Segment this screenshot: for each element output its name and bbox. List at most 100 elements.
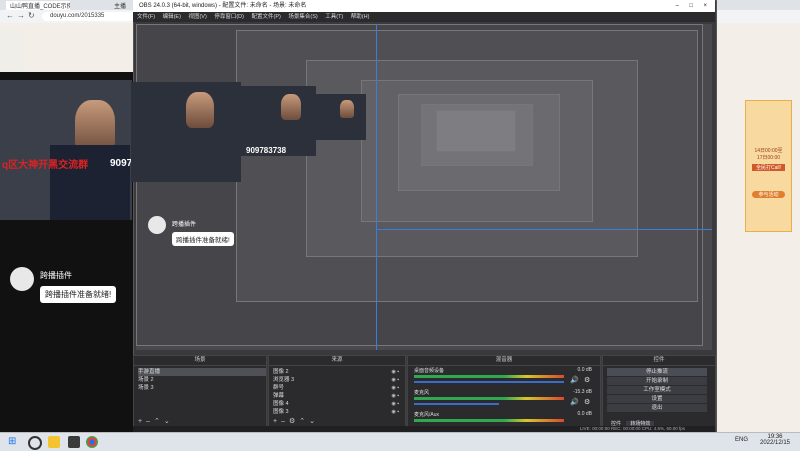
eye-icon[interactable]: ◉ ▪ xyxy=(391,368,399,376)
stop-streaming-button[interactable]: 停止推流 xyxy=(607,368,707,376)
scenes-dock-title: 场景 xyxy=(134,356,266,366)
audio-meter xyxy=(414,419,564,422)
plugin-avatar xyxy=(10,267,34,291)
volume-slider[interactable] xyxy=(414,403,499,405)
obs-title-text: OBS 24.0.3 (64-bit, windows) - 配置文件: 未命名… xyxy=(139,3,307,9)
settings-button[interactable]: 设置 xyxy=(607,395,707,403)
eye-icon[interactable]: ◉ ▪ xyxy=(391,392,399,400)
maximize-icon[interactable]: □ xyxy=(689,0,693,12)
promo-banner[interactable]: 14日00:00至 17日00:00 全民打Call! 参与活动 xyxy=(745,100,792,232)
file-explorer-icon[interactable] xyxy=(48,436,60,448)
streamer-face xyxy=(340,100,354,118)
obs-titlebar: OBS 24.0.3 (64-bit, windows) - 配置文件: 未命名… xyxy=(133,0,715,12)
mixer-channel-db: 0.0 dB xyxy=(577,367,592,373)
clock-date: 2022/12/15 xyxy=(759,440,791,446)
menu-view[interactable]: 视图(V) xyxy=(188,14,206,20)
back-icon[interactable]: ← xyxy=(6,11,14,20)
nested-preview-7 xyxy=(436,110,516,152)
menu-help[interactable]: 帮助(H) xyxy=(351,14,370,20)
eye-icon[interactable]: ◉ ▪ xyxy=(391,408,399,416)
speaker-icon[interactable]: 🔊 xyxy=(570,398,579,406)
mixer-channel-db: 0.0 dB xyxy=(577,411,592,417)
source-item[interactable]: 图像 3 xyxy=(273,408,405,416)
preview-webcam-1 xyxy=(131,82,241,182)
gear-icon[interactable]: ⚙ xyxy=(584,376,590,384)
audio-meter xyxy=(414,397,564,400)
preview-qq-number: 909783738 xyxy=(246,146,287,155)
chrome-taskbar-icon[interactable] xyxy=(86,436,98,448)
menu-edit[interactable]: 编辑(E) xyxy=(163,14,181,20)
add-scene-icon[interactable]: + xyxy=(138,418,146,425)
preview-plugin-bubble: 跨播插件准备就绪! xyxy=(172,232,234,246)
reload-icon[interactable]: ↻ xyxy=(28,11,35,20)
remove-scene-icon[interactable]: – xyxy=(146,418,154,425)
preview-plugin-name: 跨播插件 xyxy=(172,222,197,228)
obs-taskbar-icon[interactable] xyxy=(68,436,80,448)
obs-preview[interactable]: 909783738 跨播插件 跨播插件准备就绪! xyxy=(131,24,712,350)
remove-source-icon[interactable]: – xyxy=(281,418,289,425)
exit-button[interactable]: 退出 xyxy=(607,404,707,412)
qq-group-text: q区大神开黑交流群 xyxy=(2,160,89,171)
streamer-face xyxy=(186,92,214,128)
menu-profile[interactable]: 配置文件(P) xyxy=(251,14,280,20)
obs-menubar: 文件(F) 编辑(E) 视图(V) 停靠窗口(D) 配置文件(P) 场景集合(S… xyxy=(133,12,715,22)
webcam-feed xyxy=(0,80,132,220)
menu-scene-collection[interactable]: 场景集合(S) xyxy=(288,14,317,20)
volume-slider[interactable] xyxy=(414,381,564,383)
mixer-channel-db: -15.3 dB xyxy=(573,389,592,395)
search-icon[interactable] xyxy=(28,436,42,450)
source-item[interactable]: 图像 4 xyxy=(273,400,405,408)
promo-line2: 17日00:00 xyxy=(756,155,781,161)
mixer-channel-name: 麦克风 xyxy=(414,390,430,396)
source-item[interactable]: 浏览器 3 xyxy=(273,376,405,384)
windows-taskbar: ⊞ ENG 19:36 2022/12/15 xyxy=(0,432,800,451)
move-down-icon[interactable]: ⌄ xyxy=(164,418,174,425)
minimize-icon[interactable]: – xyxy=(676,0,679,12)
controls-dock: 控件 停止推流 开始录制 工作室模式 设置 退出 控件 转场特效 xyxy=(602,355,716,430)
source-item[interactable]: 图像 2 xyxy=(273,368,405,376)
scene-item[interactable]: 手游直播 xyxy=(138,368,266,376)
mixer-channel-name: 桌面音频设备 xyxy=(414,368,445,374)
browser-tab-active[interactable]: 山山鸭直播_CODE示例服务_6... xyxy=(6,1,70,10)
eye-icon[interactable]: ◉ ▪ xyxy=(391,384,399,392)
menu-tools[interactable]: 工具(T) xyxy=(325,14,343,20)
studio-mode-button[interactable]: 工作室模式 xyxy=(607,386,707,394)
mixer-dock: 混音器 桌面音频设备 0.0 dB 🔊 ⚙ 麦克风 -15.3 dB 🔊 ⚙ 麦… xyxy=(407,355,601,430)
mixer-channel-name: 麦克风/Aux xyxy=(414,412,440,418)
promo-line1: 14日00:00至 xyxy=(754,148,783,154)
source-item[interactable]: 群号 xyxy=(273,384,405,392)
scene-item[interactable]: 场景 3 xyxy=(138,384,266,392)
language-indicator[interactable]: ENG xyxy=(735,437,748,443)
scene-item[interactable]: 场景 2 xyxy=(138,376,266,384)
speaker-icon[interactable]: 🔊 xyxy=(570,376,579,384)
audio-meter xyxy=(414,375,564,378)
preview-plugin-avatar xyxy=(148,216,166,234)
promo-cta-button[interactable]: 参与活动 xyxy=(752,191,785,198)
close-icon[interactable]: × xyxy=(703,0,707,12)
gear-icon[interactable]: ⚙ xyxy=(289,418,299,425)
menu-file[interactable]: 文件(F) xyxy=(137,14,155,20)
gear-icon[interactable]: ⚙ xyxy=(584,398,590,406)
sources-dock: 来源 图像 2 浏览器 3 群号 弹幕 图像 4 图像 3 ◉ ▪ ◉ ▪ ◉ … xyxy=(268,355,406,430)
scenes-dock: 场景 手游直播 场景 2 场景 3 +–⌃⌄ xyxy=(133,355,267,430)
promo-line3: 全民打Call! xyxy=(752,164,785,171)
streamer-face xyxy=(281,94,301,120)
source-item[interactable]: 弹幕 xyxy=(273,392,405,400)
start-recording-button[interactable]: 开始录制 xyxy=(607,377,707,385)
eye-icon[interactable]: ◉ ▪ xyxy=(391,400,399,408)
plugin-ready-bubble: 跨播插件准备就绪! xyxy=(40,286,117,303)
sources-dock-title: 来源 xyxy=(269,356,405,366)
preview-webcam-3 xyxy=(316,94,366,140)
add-source-icon[interactable]: + xyxy=(273,418,281,425)
forward-icon[interactable]: → xyxy=(17,11,25,20)
plugin-name: 跨播插件 xyxy=(40,271,72,280)
controls-dock-title: 控件 xyxy=(603,356,715,366)
move-up-icon[interactable]: ⌃ xyxy=(154,418,164,425)
mixer-dock-title: 混音器 xyxy=(408,356,600,366)
windows-start-icon[interactable]: ⊞ xyxy=(8,436,20,448)
eye-icon[interactable]: ◉ ▪ xyxy=(391,376,399,384)
move-up-icon[interactable]: ⌃ xyxy=(299,418,309,425)
move-down-icon[interactable]: ⌄ xyxy=(309,418,319,425)
preview-guide-horizontal xyxy=(376,229,712,230)
menu-docks[interactable]: 停靠窗口(D) xyxy=(214,14,244,20)
